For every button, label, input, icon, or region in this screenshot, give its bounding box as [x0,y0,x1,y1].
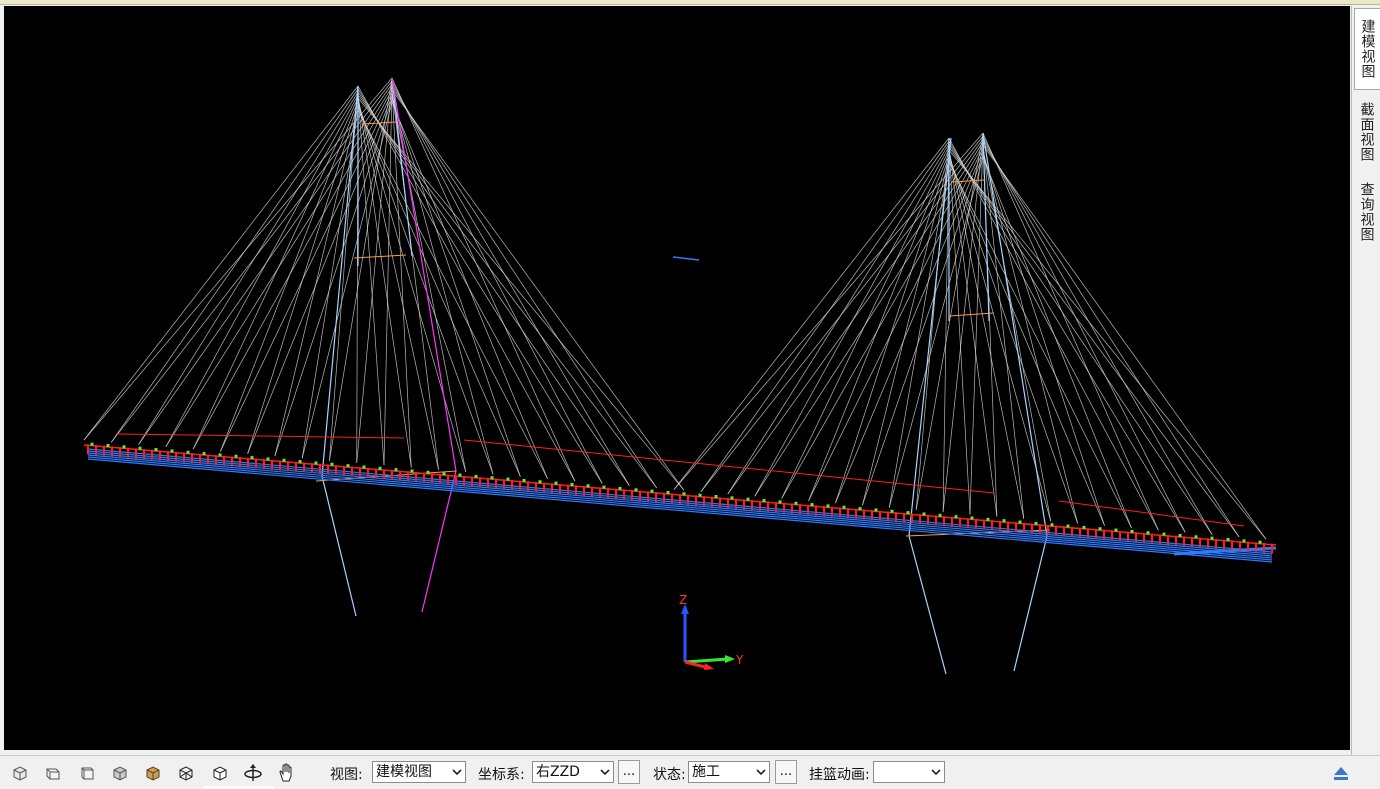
tab-modeling-view[interactable]: 建模视图 [1354,8,1380,90]
window-top-border [0,0,1380,5]
chevron-down-icon [452,769,462,776]
box-top-view-icon[interactable] [42,762,64,784]
coord-system-value: 右ZZD [536,764,580,780]
view-select-value: 建模视图 [376,764,432,780]
state-select[interactable]: 施工 [688,761,770,783]
box-front-view-icon[interactable] [9,762,31,784]
coord-system-select[interactable]: 右ZZD [532,761,614,783]
coordinate-axis-triad: Z Y [679,593,744,670]
box-wireframe-view-icon[interactable] [175,762,197,784]
bottom-toolbar: 视图: 建模视图 坐标系: 右ZZD ... 状态: 施工 ... 挂篮动画: [0,755,1380,789]
coord-system-more-button[interactable]: ... [618,760,640,784]
coord-system-label: 坐标系: [478,767,525,783]
model-3d-viewport[interactable]: Z Y [4,6,1350,750]
state-more-button[interactable]: ... [775,760,797,784]
chevron-down-icon [600,769,610,776]
box-iso-view-icon[interactable] [209,762,231,784]
box-shaded-view-icon[interactable] [109,762,131,784]
cradle-animation-label: 挂篮动画: [809,767,870,783]
axis-z-label: Z [679,593,687,607]
axis-y-label: Y [735,653,744,667]
cradle-animation-select[interactable] [873,761,945,783]
state-value: 施工 [692,764,720,780]
pan-hand-icon[interactable] [275,762,297,784]
view-label: 视图: [330,767,363,783]
tab-section-view[interactable]: 截面视图 [1354,92,1379,172]
chevron-down-icon [756,769,766,776]
eject-panel-icon[interactable] [1330,762,1352,784]
chevron-down-icon [931,769,941,776]
box-side-view-icon[interactable] [76,762,98,784]
state-label: 状态: [653,767,686,783]
view-select[interactable]: 建模视图 [372,761,466,783]
tab-query-view[interactable]: 查询视图 [1354,172,1379,252]
side-tab-bar: 建模视图 截面视图 查询视图 [1351,6,1380,756]
rotate-view-icon[interactable] [242,762,264,784]
box-textured-view-icon[interactable] [142,762,164,784]
